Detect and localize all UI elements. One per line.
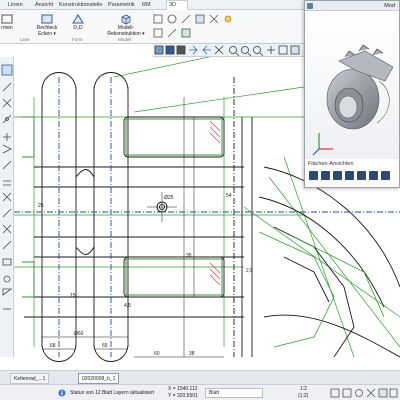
dimension-label: 4,5 xyxy=(124,303,131,309)
face-view-button[interactable] xyxy=(321,171,330,180)
dimension-label: 2,5 xyxy=(246,268,253,274)
status-bar: Status von 12 Blatt Layern aktualisiert … xyxy=(0,384,400,400)
tab-3d[interactable]: 3D xyxy=(166,0,188,10)
face-view-button[interactable] xyxy=(369,171,378,180)
dimension-label: 60 xyxy=(154,351,160,357)
dimension-label: 68 xyxy=(50,343,56,349)
frame-icon xyxy=(1,14,13,24)
tab-linien[interactable]: Linien xyxy=(6,1,25,9)
faces-views-label: Flächen-Ansichten xyxy=(308,161,354,167)
tab-rm[interactable]: RM xyxy=(140,1,153,9)
face-view-button[interactable] xyxy=(333,171,342,180)
model-preview-window[interactable]: Mod Flächen-Ansichten xyxy=(304,0,400,188)
dimension-label: 54 xyxy=(226,193,232,199)
info-icon xyxy=(58,389,66,397)
ribbon-button-label: rmen xyxy=(1,25,13,31)
model-3d-view[interactable] xyxy=(305,11,399,159)
group-label-linie: Linie xyxy=(20,37,30,42)
dimension-label: 38 xyxy=(189,351,195,357)
drawing-toolbar xyxy=(153,44,305,57)
face-view-button[interactable] xyxy=(309,171,318,180)
face-view-button[interactable] xyxy=(381,171,390,180)
faces-views-strip xyxy=(307,169,399,183)
model-window-title: Mod xyxy=(384,3,395,9)
face-view-button[interactable] xyxy=(345,171,354,180)
window-icon xyxy=(307,3,313,9)
y-coordinate: Y = 320.5501 xyxy=(168,393,198,399)
face-view-button[interactable] xyxy=(357,171,366,180)
ecken-label: Ecken ▾ xyxy=(38,30,56,37)
document-tab-bar: Kettenrad_...1 02020008_b_1 xyxy=(0,370,400,384)
dimension-label: Ø60 xyxy=(74,331,84,337)
status-message: Status von 12 Blatt Layern aktualisiert xyxy=(70,390,154,396)
d2d-icon xyxy=(72,14,84,24)
tab-konstruktionsteile[interactable]: Konstruktionsteile xyxy=(57,1,104,9)
dimension-label: 15 xyxy=(70,293,76,299)
status-tool-icons[interactable] xyxy=(330,388,398,398)
ribbon-button-rahmen[interactable]: rmen xyxy=(0,13,22,39)
gear-3d-model xyxy=(312,44,394,156)
left-tool-strip xyxy=(0,57,14,357)
group-label-form: Form xyxy=(72,37,83,42)
document-tab-active[interactable]: 02020008_b_1 xyxy=(78,373,120,384)
sheet-field[interactable]: Blatt xyxy=(205,388,263,398)
rectangle-icon xyxy=(41,14,53,24)
toolbar-icons[interactable] xyxy=(153,44,305,57)
dimension-label: 65 xyxy=(102,343,108,349)
x-coordinate: X = 1540.112 xyxy=(168,386,198,392)
tab-ansicht[interactable]: Ansicht xyxy=(33,1,55,9)
modell-rekonstruktion-button[interactable]: Modell- Rekonstruktion ▾ xyxy=(106,13,146,39)
scale-label: 1:2 xyxy=(300,386,307,392)
ribbon-small-tools[interactable] xyxy=(152,13,302,41)
ribbon-tab-bar: Linien Ansicht Konstruktionsteile Parame… xyxy=(0,0,305,10)
scale-sub-label: (1:2) xyxy=(298,393,309,399)
model-window-titlebar[interactable]: Mod xyxy=(305,1,399,11)
document-tab[interactable]: Kettenrad_...1 xyxy=(10,373,50,384)
dimension-label: Ø25 xyxy=(164,195,174,201)
rechteck-button[interactable]: Rechteck Ecken ▾ xyxy=(32,13,62,39)
dimension-label: 35 xyxy=(186,253,192,259)
model-cube-icon xyxy=(121,14,131,25)
dimension-label: 25 xyxy=(38,203,44,209)
tab-parametrik[interactable]: Parametrik xyxy=(106,1,137,9)
d2d-button[interactable]: D₂D xyxy=(67,13,89,39)
left-tool-icons[interactable] xyxy=(0,57,14,357)
ribbon-panel: rmen Rechteck Ecken ▾ D₂D Modell- Rekons… xyxy=(0,10,305,44)
d2d-label: D₂D xyxy=(73,25,83,31)
group-label-modell: Modell xyxy=(118,37,132,42)
